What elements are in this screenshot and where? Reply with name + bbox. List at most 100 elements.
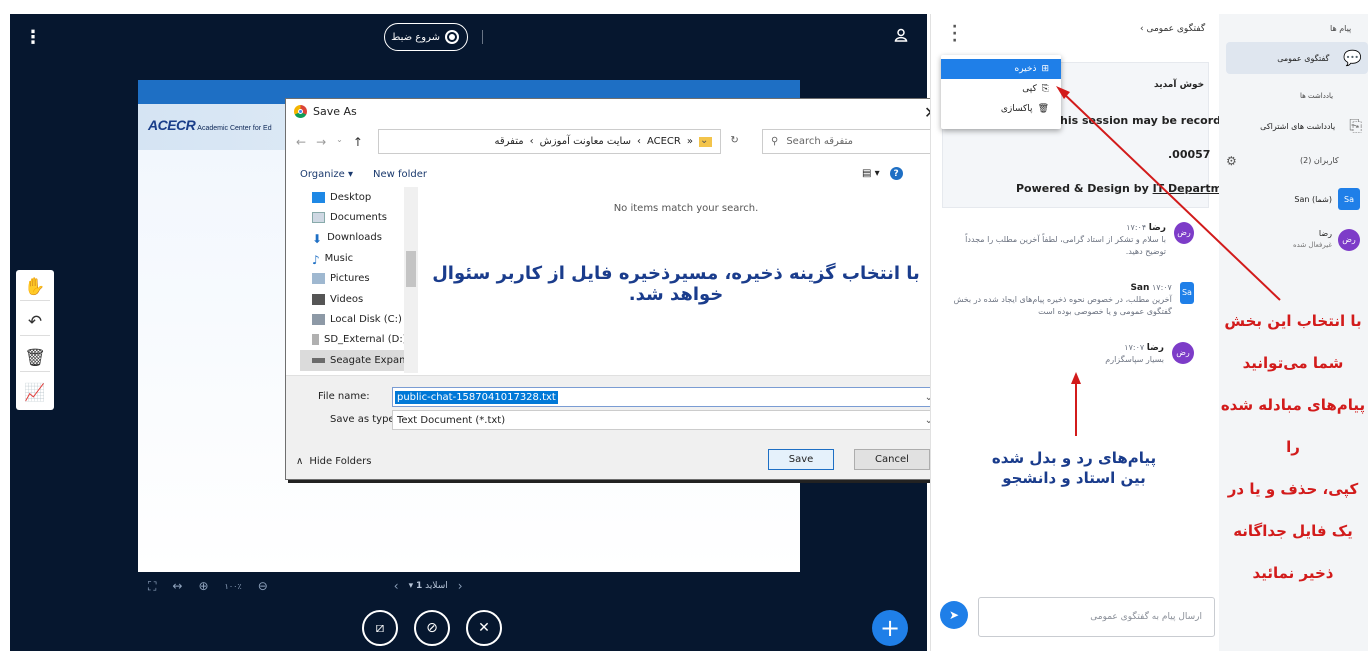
actions-plus-button[interactable]: +: [872, 610, 908, 646]
annotation-options: با انتخاب این بخش شما می‌توانید پیام‌های…: [1220, 312, 1366, 582]
user-item[interactable]: رضا غیرفعال شده رض: [1240, 228, 1368, 251]
zoom-out-icon[interactable]: ⊖: [258, 579, 268, 593]
notes-icon: ⎘: [1349, 116, 1362, 135]
address-segment[interactable]: ACECR: [647, 136, 681, 147]
user-icon[interactable]: [894, 28, 908, 45]
sd-card-icon: [312, 334, 319, 346]
notes-header: یادداشت ها: [1300, 92, 1334, 100]
save-icon: ⊞: [1041, 64, 1049, 74]
users-header: کاربران (2): [1300, 156, 1339, 165]
refresh-icon[interactable]: ↻: [730, 135, 738, 146]
file-name-input[interactable]: public-chat-1587041017328.txt ⌄: [392, 387, 938, 407]
zoom-in-icon[interactable]: ⊕: [198, 579, 208, 593]
tree-item[interactable]: ♪ Music: [300, 248, 418, 268]
camera-button[interactable]: ⊘: [414, 610, 450, 646]
tree-scrollbar-thumb[interactable]: [406, 251, 416, 287]
record-icon: [445, 30, 459, 44]
chat-bubble-icon: 💬: [1343, 49, 1362, 67]
help-icon[interactable]: ?: [889, 167, 903, 180]
record-label: شروع ضبط: [391, 31, 440, 43]
address-controls: ⌄ ↻: [700, 135, 739, 146]
save-type-select[interactable]: Text Document (*.txt) ⌄: [392, 410, 938, 430]
gear-icon[interactable]: ⚙: [1226, 154, 1237, 168]
empty-message: No items match your search.: [613, 203, 759, 214]
audio-button[interactable]: ✕: [466, 610, 502, 646]
undo-icon[interactable]: ↶: [20, 309, 50, 337]
acecr-logo: ACECR Academic Center for Ed: [148, 117, 272, 133]
tree-item[interactable]: SD_External (D:): [300, 330, 418, 350]
save-as-dialog: Save As ✕ ← → ⌄ ↑ « ACECR › سایت معاونت …: [285, 98, 945, 480]
fullscreen-icon[interactable]: ⛶: [148, 579, 156, 594]
cancel-button[interactable]: Cancel: [854, 449, 930, 470]
zoom-level: ۱۰۰٪: [224, 581, 242, 591]
search-placeholder: Search متفرقه: [786, 136, 853, 147]
search-field[interactable]: ⚲ Search متفرقه: [762, 129, 934, 154]
hide-folders-button[interactable]: ∧ Hide Folders: [296, 456, 371, 467]
screen-share-button[interactable]: ⧄: [362, 610, 398, 646]
previous-slide-icon[interactable]: ‹: [394, 579, 399, 593]
slide-select[interactable]: ▾ 1 اسلاید: [409, 581, 448, 591]
address-segment[interactable]: متفرقه: [494, 136, 523, 147]
welcome-powered: Powered & Design by IT Department: [1016, 182, 1243, 195]
navigation-arrows: ← → ⌄ ↑: [296, 135, 363, 149]
videos-icon: [312, 293, 325, 305]
downloads-icon: ⬇: [312, 232, 323, 247]
fit-width-icon[interactable]: ↔: [172, 579, 182, 593]
copy-icon: ⎘: [1041, 84, 1049, 94]
address-bar[interactable]: « ACECR › سایت معاونت آموزش › متفرقه: [378, 129, 721, 154]
tree-item[interactable]: Pictures: [300, 269, 418, 289]
pan-hand-icon[interactable]: ✋: [20, 274, 50, 302]
back-icon[interactable]: ←: [296, 135, 306, 149]
tree-item[interactable]: Videos: [300, 289, 418, 309]
address-segment[interactable]: سایت معاونت آموزش: [540, 136, 631, 147]
record-button[interactable]: شروع ضبط: [384, 23, 468, 51]
dialog-title: Save As: [313, 105, 357, 118]
welcome-code: .00057: [1168, 148, 1211, 161]
documents-icon: [312, 212, 325, 224]
welcome-recorded: his session may be recorded: [1060, 114, 1237, 127]
multi-user-whiteboard-icon[interactable]: 📈: [20, 380, 50, 406]
slide-pager: ‹ ▾ 1 اسلاید ›: [394, 579, 463, 593]
history-dropdown-icon[interactable]: ⌄: [336, 135, 343, 149]
chat-message: Sa San ۱۷:۰۷ آخرین مطلب، در خصوص نحوه ذخی…: [944, 282, 1194, 318]
organize-button[interactable]: Organize ▾: [300, 169, 353, 180]
new-folder-button[interactable]: New folder: [373, 169, 427, 180]
divider: [482, 30, 483, 44]
desktop-icon: [312, 191, 325, 203]
tree-item[interactable]: ⬇ Downloads: [300, 228, 418, 248]
address-dropdown-icon[interactable]: ⌄: [700, 135, 708, 146]
messages-header: پیام ها: [1330, 24, 1352, 33]
menu-item-clear[interactable]: پاکسازی 🗑: [941, 99, 1061, 119]
trash-icon: 🗑: [1037, 104, 1049, 114]
view-controls: ▤ ▾ ?: [862, 167, 903, 180]
menu-item-copy[interactable]: کپی ⎘: [941, 79, 1061, 99]
clear-trash-icon[interactable]: 🗑: [20, 345, 50, 372]
tree-item[interactable]: Seagate Expansi: [300, 350, 418, 371]
annotation-save-path: با انتخاب گزینه ذخیره، مسیرذخیره فایل از…: [432, 263, 920, 305]
menu-item-save[interactable]: ذخیره ⊞: [941, 59, 1061, 79]
next-slide-icon[interactable]: ›: [458, 579, 463, 593]
up-icon[interactable]: ↑: [353, 135, 363, 149]
chat-options-icon[interactable]: · · ·: [952, 20, 957, 48]
tree-item[interactable]: Local Disk (C:): [300, 309, 418, 329]
forward-icon[interactable]: →: [316, 135, 326, 149]
tree-item[interactable]: Documents: [300, 207, 418, 227]
pictures-icon: [312, 273, 325, 285]
music-icon: ♪: [312, 252, 320, 267]
local-disk-icon: [312, 314, 325, 326]
chat-title[interactable]: گفتگوی عمومی ›: [1140, 24, 1205, 34]
view-options-icon[interactable]: ▤ ▾: [862, 168, 880, 179]
chat-input[interactable]: ارسال پیام به گفتگوی عمومی: [978, 597, 1215, 637]
chevron-left-icon: ›: [1140, 24, 1144, 34]
avatar: Sa: [1179, 282, 1194, 304]
folder-tree: Desktop Documents ⬇ Downloads ♪ Music Pict…: [300, 187, 418, 373]
user-item[interactable]: San (شما) Sa: [1240, 188, 1368, 210]
shared-notes-item[interactable]: یادداشت های اشتراکی ⎘: [1240, 116, 1368, 136]
chevron-up-icon: ∧: [296, 456, 304, 467]
options-menu-icon[interactable]: ⋮: [24, 29, 42, 47]
tree-item[interactable]: Desktop: [300, 187, 418, 207]
avatar: Sa: [1338, 188, 1360, 210]
save-button[interactable]: Save: [768, 449, 834, 470]
send-icon[interactable]: ➤: [940, 601, 968, 629]
public-chat-item[interactable]: گفتگوی عمومی 💬: [1226, 42, 1368, 74]
